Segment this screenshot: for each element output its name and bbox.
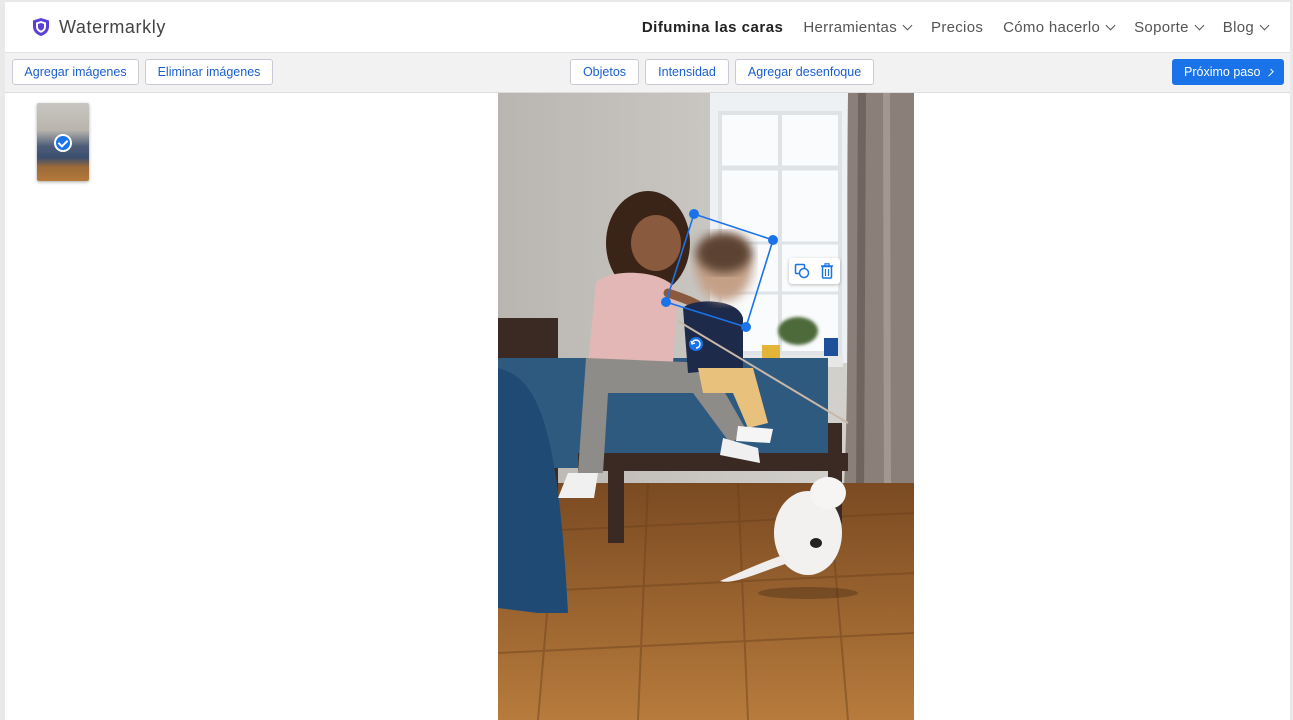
nav-item-how-to[interactable]: Cómo hacerlo [1003, 18, 1116, 36]
nav-item-label: Soporte [1134, 18, 1189, 36]
nav-item-label: Difumina las caras [641, 18, 784, 36]
blur-region-tools [789, 258, 840, 284]
window-frame-left [0, 0, 5, 720]
brand[interactable]: Watermarkly [32, 17, 166, 38]
photo-illustration [498, 93, 914, 720]
chevron-down-icon [1105, 20, 1116, 30]
chevron-down-icon [1259, 20, 1270, 30]
site-header: Watermarkly Difumina las caras Herramien… [5, 2, 1290, 53]
main-nav: Difumina las caras Herramientas Precios … [622, 18, 1270, 36]
add-images-button[interactable]: Agregar imágenes [12, 59, 139, 85]
editor-toolbar: Agregar imágenes Eliminar imágenes Objet… [5, 53, 1290, 93]
intensity-button[interactable]: Intensidad [645, 59, 729, 85]
image-thumbnail[interactable] [37, 103, 89, 181]
nav-item-label: Cómo hacerlo [1003, 18, 1101, 36]
duplicate-icon[interactable] [793, 262, 811, 280]
chevron-down-icon [1194, 20, 1205, 30]
chevron-down-icon [902, 20, 913, 30]
nav-item-label: Blog [1222, 18, 1254, 36]
remove-images-button[interactable]: Eliminar imágenes [145, 59, 273, 85]
nav-item-blog[interactable]: Blog [1222, 18, 1270, 36]
nav-item-tools[interactable]: Herramientas [803, 18, 913, 36]
nav-item-label: Herramientas [803, 18, 898, 36]
nav-item-support[interactable]: Soporte [1134, 18, 1205, 36]
nav-item-pricing[interactable]: Precios [931, 19, 983, 36]
next-step-label: Próximo paso [1184, 65, 1261, 79]
chevron-right-icon [1266, 68, 1274, 76]
trash-icon[interactable] [818, 262, 836, 280]
objects-button[interactable]: Objetos [570, 59, 639, 85]
shield-icon [33, 18, 49, 36]
brand-name: Watermarkly [59, 16, 166, 37]
next-step-button[interactable]: Próximo paso [1172, 59, 1284, 85]
nav-item-blur-faces[interactable]: Difumina las caras [642, 19, 784, 36]
nav-item-label: Precios [931, 18, 984, 36]
rotate-icon[interactable] [689, 337, 703, 351]
check-icon [54, 134, 72, 152]
editor-canvas-photo[interactable] [498, 93, 914, 720]
add-blur-button[interactable]: Agregar desenfoque [735, 59, 874, 85]
